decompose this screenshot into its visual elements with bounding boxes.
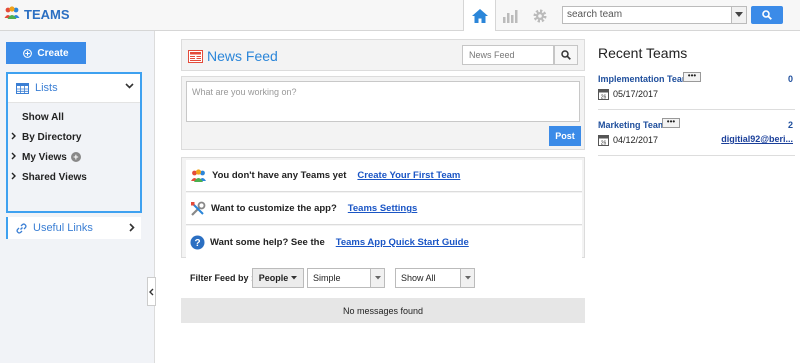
sidebar-item-label: Show All <box>22 111 64 123</box>
news-feed-title-text: News Feed <box>207 48 278 64</box>
chevron-left-icon <box>149 288 154 295</box>
tools-icon <box>191 201 206 216</box>
useful-links-panel[interactable]: Useful Links <box>6 217 141 239</box>
compose-panel: What are you working on? Post <box>181 76 585 150</box>
caret-down-icon <box>291 276 298 280</box>
add-view-icon[interactable]: + <box>70 152 81 162</box>
team-owner-link[interactable]: digitial92@beri... <box>721 134 793 144</box>
svg-text:?: ? <box>194 238 200 249</box>
select-arrow <box>370 269 384 287</box>
sidebar-item-label: By Directory <box>22 131 82 143</box>
news-feed-search-button[interactable] <box>554 45 578 65</box>
recent-team-row: Implementation Team ••• 0 26 05/17/2017 <box>598 72 795 110</box>
search-button[interactable] <box>751 6 783 24</box>
team-member-count: 0 <box>787 74 793 84</box>
filter-feed-row: Filter Feed by : People Simple Show All <box>181 267 585 289</box>
team-date-text: 04/12/2017 <box>613 135 659 145</box>
news-feed-header: News Feed News Feed <box>181 39 585 71</box>
sidebar-item-label: Shared Views <box>22 171 87 183</box>
filter-scope-select[interactable]: Show All <box>395 268 475 288</box>
empty-feed-message: No messages found <box>181 298 585 323</box>
tip-text: Want to customize the app? <box>211 203 337 214</box>
reports-nav-button[interactable] <box>497 0 523 31</box>
team-created-date: 26 05/17/2017 <box>598 88 658 100</box>
chevron-right-icon <box>129 223 135 232</box>
calendar-day: 26 <box>601 94 607 100</box>
filter-type-value: Simple <box>313 273 341 283</box>
top-bar: TEAMS search team <box>0 0 800 31</box>
calendar-icon: 26 <box>598 135 609 146</box>
sidebar-collapse-handle[interactable] <box>147 277 156 306</box>
calendar-icon: 26 <box>598 89 609 100</box>
status-textarea[interactable]: What are you working on? <box>186 81 580 122</box>
recent-teams-title: Recent Teams <box>598 45 688 61</box>
post-button[interactable]: Post <box>549 126 581 146</box>
team-date-text: 05/17/2017 <box>613 89 659 99</box>
chevron-right-icon <box>11 132 16 140</box>
sidebar-item-my-views[interactable]: My Views + <box>8 147 140 167</box>
team-member-count: 2 <box>787 120 793 130</box>
bar-chart-icon <box>503 9 518 23</box>
team-name-link[interactable]: Marketing Team <box>598 120 666 130</box>
tip-help: ? Want some help? See the Teams App Quic… <box>186 226 582 258</box>
team-name-link[interactable]: Implementation Team <box>598 74 690 84</box>
tip-create-team: You don't have any Teams yet Create Your… <box>186 160 582 192</box>
sidebar-item-label: My Views <box>22 151 67 163</box>
tip-text: You don't have any Teams yet <box>212 170 347 181</box>
home-nav-button[interactable] <box>463 0 496 31</box>
teams-logo-icon <box>4 6 20 23</box>
getting-started-panel: You don't have any Teams yet Create Your… <box>181 157 585 258</box>
sidebar: Create Lists Show All By Directory My Vi… <box>0 31 156 363</box>
app-brand[interactable]: TEAMS <box>4 6 70 23</box>
team-actions-button[interactable]: ••• <box>683 72 701 82</box>
create-first-team-link[interactable]: Create Your First Team <box>357 170 460 181</box>
filter-scope-value: Show All <box>401 273 436 283</box>
tip-text: Want some help? See the <box>210 236 325 248</box>
filter-people-dropdown[interactable]: People <box>252 268 304 288</box>
newspaper-icon <box>188 49 203 63</box>
filter-people-label: People <box>258 273 289 283</box>
news-feed-search-input[interactable]: News Feed <box>462 45 554 65</box>
home-icon <box>471 8 488 23</box>
table-icon <box>16 82 29 94</box>
settings-nav-button[interactable] <box>527 0 553 31</box>
team-actions-button[interactable]: ••• <box>662 118 680 128</box>
quick-start-guide-link[interactable]: Teams App Quick Start Guide <box>336 237 469 248</box>
sidebar-item-show-all[interactable]: Show All <box>8 107 140 127</box>
link-icon <box>16 222 27 234</box>
team-people-icon <box>191 168 206 182</box>
create-button-label: Create <box>37 47 69 59</box>
chevron-right-icon <box>11 172 16 180</box>
tip-customize: Want to customize the app? Teams Setting… <box>186 193 582 225</box>
lists-panel: Lists Show All By Directory My Views + S… <box>6 72 142 213</box>
sidebar-item-shared-views[interactable]: Shared Views <box>8 167 140 187</box>
filter-feed-label: Filter Feed by : <box>190 273 255 283</box>
chevron-right-icon <box>11 152 16 160</box>
teams-settings-link[interactable]: Teams Settings <box>348 203 418 214</box>
caret-down-icon <box>464 276 471 280</box>
select-arrow <box>460 269 474 287</box>
search-icon <box>561 50 571 60</box>
search-dropdown-button[interactable] <box>731 6 747 24</box>
sidebar-item-by-directory[interactable]: By Directory <box>8 127 140 147</box>
lists-header-label: Lists <box>35 82 58 94</box>
team-created-date: 26 04/12/2017 <box>598 134 658 146</box>
lists-header[interactable]: Lists <box>8 74 140 103</box>
gear-icon <box>533 9 547 22</box>
recent-team-row: Marketing Team ••• 2 26 04/12/2017 digit… <box>598 118 795 156</box>
calendar-day: 26 <box>601 140 607 146</box>
plus-circle-icon <box>23 48 33 58</box>
filter-type-select[interactable]: Simple <box>307 268 385 288</box>
help-icon: ? <box>190 235 205 249</box>
news-feed-title: News Feed <box>188 48 278 64</box>
chevron-down-icon <box>125 83 134 89</box>
chevron-down-icon <box>735 12 743 17</box>
app-title: TEAMS <box>24 7 70 22</box>
search-icon <box>762 10 772 20</box>
team-search-input[interactable]: search team <box>562 6 732 24</box>
caret-down-icon <box>374 276 381 280</box>
create-button[interactable]: Create <box>6 42 86 64</box>
useful-links-label: Useful Links <box>33 222 93 234</box>
